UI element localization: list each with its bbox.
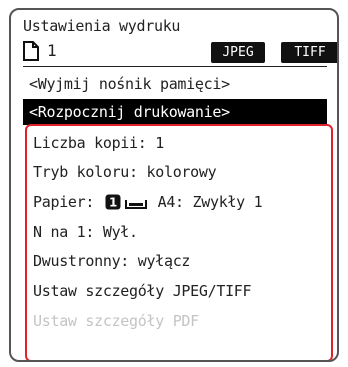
jpeg-button[interactable]: JPEG (211, 42, 265, 63)
start-printing-item[interactable]: <Rozpocznij drukowanie> (23, 99, 327, 125)
paper-value: A4: Zwykły 1 (157, 193, 263, 211)
divider (23, 66, 327, 67)
tiff-button[interactable]: TIFF (281, 42, 337, 63)
paper-tray-number-icon: 1 (105, 194, 121, 210)
paper-label: Papier: (33, 193, 95, 211)
copies-indicator: 1 (47, 41, 57, 60)
document-row: 1 JPEG TIFF (23, 39, 337, 63)
copies-setting[interactable]: Liczba kopii: 1 (33, 134, 164, 152)
color-mode-setting[interactable]: Tryb koloru: kolorowy (33, 163, 217, 181)
paper-tray-number: 1 (109, 196, 117, 210)
document-icon (23, 41, 39, 61)
eject-memory-media-item[interactable]: <Wyjmij nośnik pamięci> (23, 71, 327, 97)
jpeg-tiff-details-setting[interactable]: Ustaw szczegóły JPEG/TIFF (33, 282, 252, 300)
pdf-details-setting: Ustaw szczegóły PDF (33, 312, 199, 330)
paper-tray-icon (124, 200, 147, 209)
duplex-setting[interactable]: Dwustronny: wyłącz (33, 252, 190, 270)
print-settings-screen: Ustawienia wydruku 1 JPEG TIFF <Wyjmij n… (9, 8, 339, 362)
screen-title: Ustawienia wydruku (23, 17, 181, 35)
n-on-1-setting[interactable]: N na 1: Wył. (33, 223, 138, 241)
paper-setting[interactable]: Papier: 1 A4: Zwykły 1 (33, 193, 263, 211)
settings-list: Liczba kopii: 1 Tryb koloru: kolorowy Pa… (25, 124, 333, 360)
